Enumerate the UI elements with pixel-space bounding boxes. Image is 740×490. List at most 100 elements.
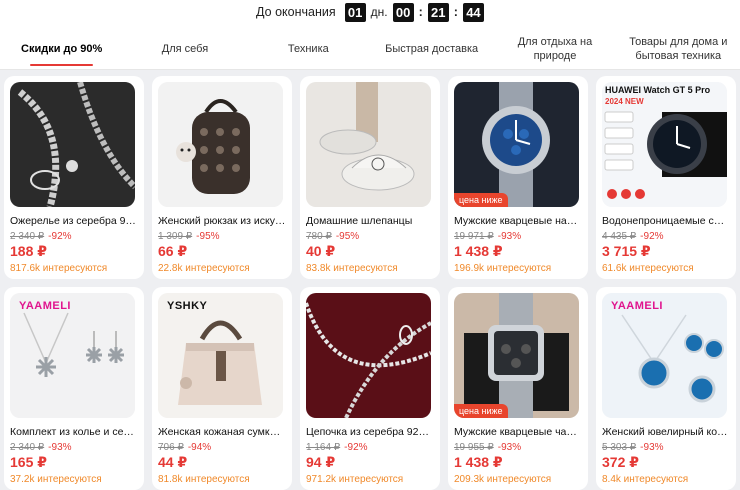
product-title[interactable]: Ожерелье из серебра 925 … [10, 215, 138, 227]
product-card[interactable]: YSHKY Женская кожаная сумка че… 706 ₽-94… [152, 287, 292, 490]
price: 372 ₽ [602, 454, 639, 470]
discount-percent: -94% [187, 442, 212, 453]
discount-percent: -93% [640, 442, 664, 453]
product-card[interactable]: Ожерелье из серебра 925 … 2 340 ₽ -92% 18… [4, 76, 144, 279]
product-title[interactable]: Мужские кварцевые наруч… [454, 215, 582, 227]
category-tabs: Скидки до 90% Для себя Техника Быстрая д… [0, 24, 740, 70]
interest-count: 22.8k интересуются [158, 263, 250, 274]
price: 40 ₽ [306, 243, 336, 259]
product-card[interactable]: цена ниже Мужские кварцевые наруч… 19 97… [448, 76, 588, 279]
product-image[interactable]: YAAMELI [602, 293, 727, 418]
countdown-hours: 00 [392, 2, 414, 22]
product-title[interactable]: Женская кожаная сумка че… [158, 426, 286, 438]
product-image[interactable]: цена ниже [454, 82, 579, 207]
product-title[interactable]: Мужские кварцевые часы с… [454, 426, 582, 438]
price: 44 ₽ [158, 454, 188, 470]
product-image[interactable]: YAAMELI [10, 293, 135, 418]
product-image[interactable] [306, 82, 431, 207]
old-price: 2 340 ₽ [10, 231, 45, 242]
old-price: 1 309 ₽ [158, 231, 193, 242]
old-price: 780 ₽ [306, 231, 332, 242]
product-image[interactable] [158, 82, 283, 207]
old-price-row: 1 309 ₽ -95% [158, 231, 286, 242]
interest-count: 971.2k интересуются [306, 474, 404, 485]
product-card[interactable]: цена ниже Мужские кварцевые часы с… 19 9… [448, 287, 588, 490]
product-title[interactable]: Домашние шлепанцы [306, 215, 434, 227]
discount-percent: -95% [196, 231, 220, 242]
price: 66 ₽ [158, 243, 188, 259]
product-title[interactable]: Водонепроницаемые смарт… [602, 215, 730, 227]
brand-logo: YSHKY [167, 300, 208, 312]
old-price: 4 435 ₽ [602, 231, 637, 242]
product-title[interactable]: Комплект из колье и серёж… [10, 426, 138, 438]
tab-fast-delivery[interactable]: Быстрая доставка [370, 30, 493, 69]
product-image[interactable]: цена ниже [454, 293, 579, 418]
square-watch-icon [454, 293, 579, 418]
price: 94 ₽ [306, 454, 336, 470]
silver-chain-icon [306, 293, 431, 418]
old-price: 5 303 ₽ [602, 442, 637, 453]
price-lower-badge: цена ниже [454, 193, 508, 207]
product-title[interactable]: Цепочка из серебра 925 пр… [306, 426, 434, 438]
tab-discounts[interactable]: Скидки до 90% [0, 30, 123, 69]
old-price-row: 2 340 ₽ -93% [10, 442, 138, 453]
discount-percent: -93% [497, 442, 522, 453]
old-price-row: 2 340 ₽ -92% [10, 231, 138, 242]
countdown-days-unit: дн. [370, 5, 388, 19]
product-grid: Ожерелье из серебра 925 … 2 340 ₽ -92% 18… [0, 70, 740, 490]
product-title[interactable]: Женский рюкзак из искусст… [158, 215, 286, 227]
product-card[interactable]: YAAMELI Женский ювелирный компл… 5 303 ₽… [596, 287, 736, 490]
tab-electronics[interactable]: Техника [247, 30, 370, 69]
brand-logo: YAAMELI [19, 300, 71, 312]
product-card[interactable]: Женский рюкзак из искусст… 1 309 ₽-95% 6… [152, 76, 292, 279]
interest-count: 81.8k интересуются [158, 474, 250, 485]
backpack-icon [158, 82, 283, 207]
silver-chain-necklace-icon [10, 82, 135, 207]
old-price: 706 ₽ [158, 442, 184, 453]
countdown-separator: : [453, 5, 458, 19]
brand-logo: YAAMELI [611, 300, 663, 312]
interest-count: 196.9k интересуются [454, 263, 552, 274]
countdown-separator: : [418, 5, 423, 19]
price: 1 438 ₽ [454, 454, 503, 470]
interest-count: 37.2k интересуются [10, 474, 102, 485]
old-price: 19 955 ₽ [454, 442, 494, 453]
product-card[interactable]: Цепочка из серебра 925 пр… 1 164 ₽-92% 9… [300, 287, 440, 490]
old-price-row: 5 303 ₽ -93% [602, 442, 730, 453]
countdown-minutes: 21 [427, 2, 449, 22]
discount-percent: -93% [48, 442, 72, 453]
price: 165 ₽ [10, 454, 47, 470]
price: 188 ₽ [10, 243, 47, 259]
product-title[interactable]: Женский ювелирный компл… [602, 426, 730, 438]
interest-count: 817.6k интересуются [10, 263, 108, 274]
old-price-row: 19 971 ₽ -93% [454, 231, 582, 242]
product-image[interactable] [306, 293, 431, 418]
discount-percent: -93% [497, 231, 522, 242]
product-card[interactable]: Домашние шлепанцы 780 ₽ -95% 40 ₽ 83.8k и… [300, 76, 440, 279]
product-card[interactable]: YAAMELI Комплект из колье и серёж… 2 340… [4, 287, 144, 490]
countdown-days: 01 [344, 2, 366, 22]
old-price: 2 340 ₽ [10, 442, 45, 453]
old-price-row: 1 164 ₽ -92% [306, 442, 434, 453]
price: 3 715 ₽ [602, 243, 651, 259]
old-price-row: 780 ₽ -95% [306, 231, 434, 242]
tab-home-appliances[interactable]: Товары для дома и бытовая техника [617, 30, 740, 69]
tab-outdoor[interactable]: Для отдыха на природе [493, 30, 616, 69]
product-image[interactable] [10, 82, 135, 207]
product-card[interactable]: HUAWEI Watch GT 5 Pro 2024 NEW Водонепро… [596, 76, 736, 279]
old-price: 1 164 ₽ [306, 442, 341, 453]
discount-percent: -92% [640, 231, 664, 242]
image-heading: HUAWEI Watch GT 5 Pro [605, 85, 711, 95]
tab-for-self[interactable]: Для себя [123, 30, 246, 69]
product-image[interactable]: YSHKY [158, 293, 283, 418]
price: 1 438 ₽ [454, 243, 503, 259]
interest-count: 209.3k интересуются [454, 474, 552, 485]
interest-count: 61.6k интересуются [602, 263, 694, 274]
old-price-row: 4 435 ₽ -92% [602, 231, 730, 242]
product-image[interactable]: HUAWEI Watch GT 5 Pro 2024 NEW [602, 82, 727, 207]
old-price-row: 706 ₽ -94% [158, 442, 286, 453]
discount-percent: -92% [48, 231, 72, 242]
old-price: 19 971 ₽ [454, 231, 494, 242]
image-subheading: 2024 NEW [605, 97, 644, 106]
countdown-bar: До окончания 01 дн. 00 : 21 : 44 [0, 0, 740, 24]
